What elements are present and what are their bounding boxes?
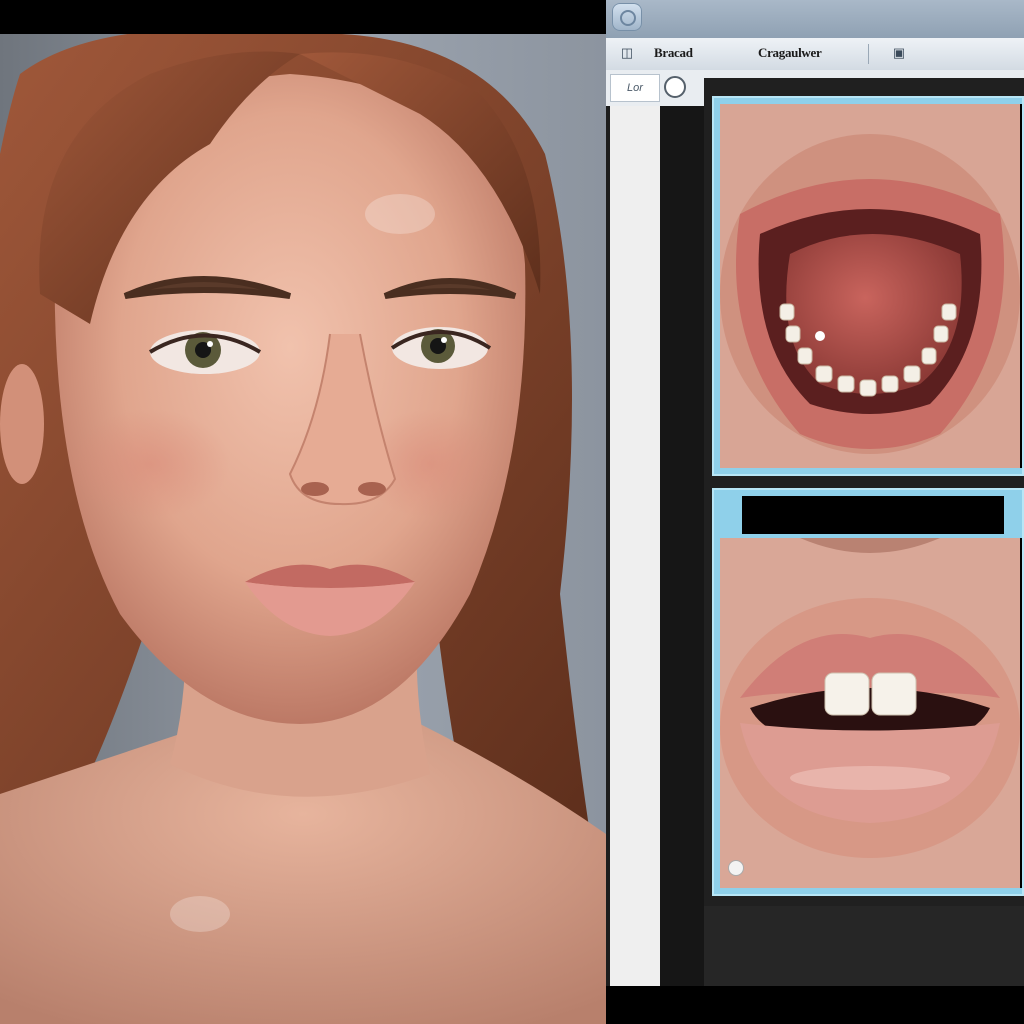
- menu-separator: [868, 44, 869, 64]
- circle-tool-icon[interactable]: [664, 76, 686, 98]
- viewport-top-bar: [0, 0, 606, 34]
- bottom-bar: [606, 986, 1024, 1024]
- preview-panel-lips[interactable]: [712, 488, 1024, 896]
- menu-bar: ◫ Bracad Cragaulwer ▣: [606, 38, 1024, 71]
- portrait-render: [0, 34, 606, 1024]
- side-divider: [660, 106, 704, 986]
- preview-area: [704, 78, 1024, 986]
- status-area: [704, 906, 1024, 986]
- panel-image-frame: [720, 104, 1022, 468]
- menu-item-cragaulwer[interactable]: Cragaulwer: [758, 45, 822, 61]
- tab-lor[interactable]: Lor: [610, 74, 660, 102]
- menu-item-bracad[interactable]: Bracad: [654, 45, 693, 61]
- lips-image: [720, 538, 1020, 888]
- panel-header-bar: [742, 496, 1004, 534]
- side-panel[interactable]: [610, 106, 661, 986]
- camera-icon[interactable]: ◫: [618, 45, 636, 61]
- screen: ◫ Bracad Cragaulwer ▣ Lor: [0, 0, 1024, 1024]
- panel-image-frame: [720, 538, 1022, 888]
- title-bar[interactable]: [606, 0, 1024, 38]
- mouth-open-image: [720, 104, 1020, 468]
- marker-dot-icon[interactable]: [728, 860, 744, 876]
- app-logo-icon[interactable]: [612, 3, 642, 31]
- app-window: ◫ Bracad Cragaulwer ▣ Lor: [606, 0, 1024, 1024]
- preview-panel-mouth-open[interactable]: [712, 96, 1024, 476]
- render-viewport[interactable]: [0, 0, 606, 1024]
- window-icon[interactable]: ▣: [890, 45, 908, 61]
